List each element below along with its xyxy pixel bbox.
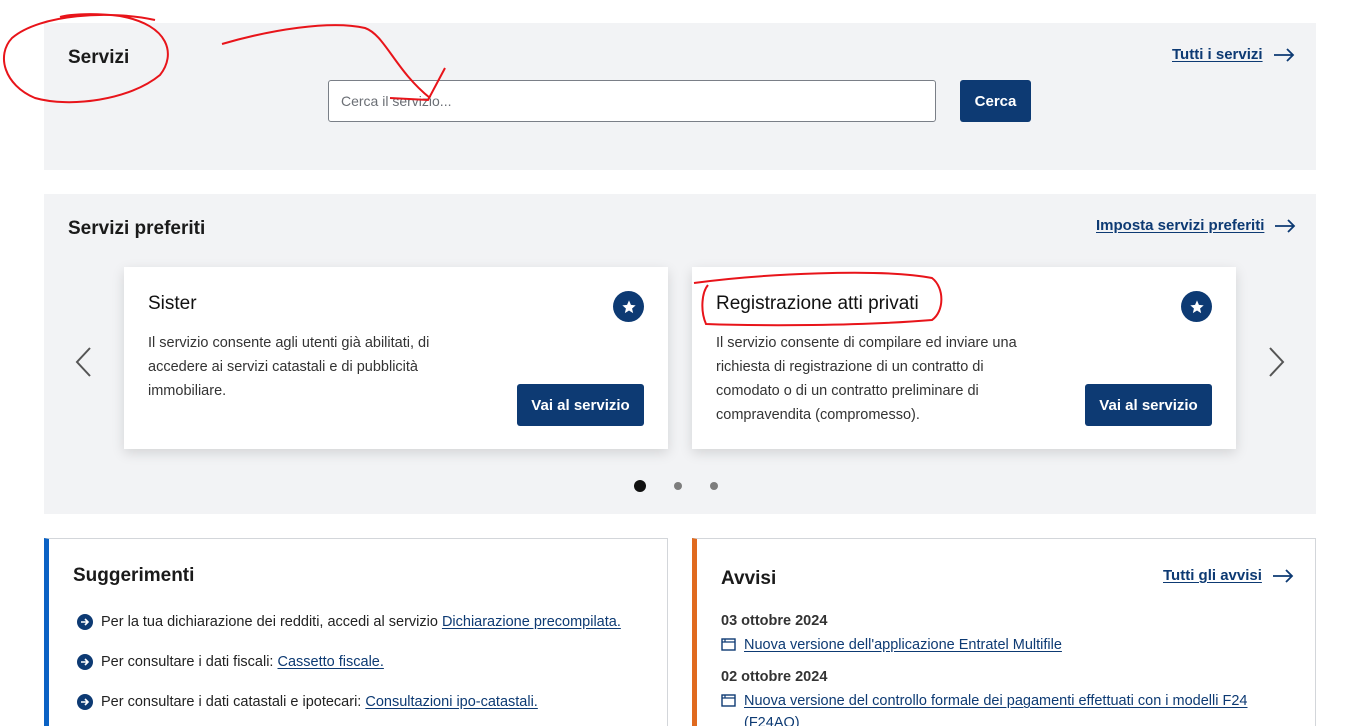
star-icon xyxy=(621,299,636,313)
carousel-dot[interactable] xyxy=(634,480,646,492)
card-desc-line: accedere ai servizi catastali e di pubbl… xyxy=(148,359,418,375)
card-desc-line: comodato o di un contratto preliminare d… xyxy=(716,383,979,399)
chevron-left-icon xyxy=(75,347,91,377)
card-desc-line: Il servizio consente di compilare ed inv… xyxy=(716,335,1017,351)
card-description: Il servizio consente di compilare ed inv… xyxy=(716,331,1017,427)
search-input[interactable] xyxy=(328,80,936,122)
services-title: Servizi xyxy=(68,47,130,68)
notice-date: 02 ottobre 2024 xyxy=(721,669,828,685)
circle-arrow-icon xyxy=(77,654,93,670)
card-description: Il servizio consente agli utenti già abi… xyxy=(148,331,429,403)
favorite-star-button[interactable] xyxy=(1181,291,1212,322)
suggestion-text: Per consultare i dati fiscali: xyxy=(101,654,274,670)
set-favorites-link-label: Imposta servizi preferiti xyxy=(1096,217,1265,234)
card-title: Registrazione atti privati xyxy=(716,293,919,314)
carousel-prev-button[interactable] xyxy=(74,346,94,383)
all-notices-link-label: Tutti gli avvisi xyxy=(1163,567,1262,584)
favorites-title: Servizi preferiti xyxy=(68,218,206,239)
go-to-service-button[interactable]: Vai al servizio xyxy=(1085,384,1212,426)
suggestions-panel: Suggerimenti Per la tua dichiarazione de… xyxy=(44,538,668,726)
notices-title: Avvisi xyxy=(721,568,777,589)
all-services-link[interactable]: Tutti i servizi xyxy=(1172,46,1295,63)
services-panel: Servizi Tutti i servizi Cerca xyxy=(44,23,1316,170)
circle-arrow-icon xyxy=(77,694,93,710)
favorite-star-button[interactable] xyxy=(613,291,644,322)
circle-arrow-icon xyxy=(77,614,93,630)
all-services-link-label: Tutti i servizi xyxy=(1172,46,1263,63)
card-desc-line: immobiliare. xyxy=(148,383,227,399)
suggestion-item: Per consultare i dati fiscali: Cassetto … xyxy=(77,654,384,670)
go-to-service-button[interactable]: Vai al servizio xyxy=(517,384,644,426)
notice-item: Nuova versione dell'applicazione Entrate… xyxy=(721,634,1062,656)
arrow-right-icon xyxy=(1273,47,1294,62)
notice-link[interactable]: Nuova versione dell'applicazione Entrate… xyxy=(744,634,1062,656)
arrow-right-icon xyxy=(1272,568,1294,583)
suggestion-item: Per la tua dichiarazione dei redditi, ac… xyxy=(77,614,621,630)
card-desc-line: richiesta di registrazione di un contrat… xyxy=(716,359,984,375)
set-favorites-link[interactable]: Imposta servizi preferiti xyxy=(1096,217,1296,234)
star-icon xyxy=(1189,299,1204,313)
search-button[interactable]: Cerca xyxy=(960,80,1031,122)
card-desc-line: Il servizio consente agli utenti già abi… xyxy=(148,335,430,351)
notices-panel: Avvisi Tutti gli avvisi 03 ottobre 2024 … xyxy=(692,538,1316,726)
suggestion-link[interactable]: Dichiarazione precompilata. xyxy=(442,614,621,630)
suggestion-text: Per la tua dichiarazione dei redditi, ac… xyxy=(101,614,438,630)
all-notices-link[interactable]: Tutti gli avvisi xyxy=(1163,567,1294,584)
notice-link-line: Nuova versione del controllo formale dei… xyxy=(744,693,1248,709)
card-title: Sister xyxy=(148,293,197,314)
suggestion-item: Per consultare i dati catastali e ipotec… xyxy=(77,694,538,710)
service-card-registrazione: Registrazione atti privati Il servizio c… xyxy=(692,267,1236,449)
suggestions-title: Suggerimenti xyxy=(73,565,195,586)
notice-link[interactable]: Nuova versione del controllo formale dei… xyxy=(744,690,1248,726)
suggestion-link[interactable]: Consultazioni ipo-catastali. xyxy=(365,694,537,710)
document-icon xyxy=(721,694,736,707)
chevron-right-icon xyxy=(1269,347,1285,377)
carousel-dots xyxy=(634,480,718,492)
notice-date: 03 ottobre 2024 xyxy=(721,613,828,629)
card-desc-line: compravendita (compromesso). xyxy=(716,407,920,423)
document-icon xyxy=(721,638,736,651)
notice-item: Nuova versione del controllo formale dei… xyxy=(721,690,1248,726)
suggestion-text: Per consultare i dati catastali e ipotec… xyxy=(101,694,362,710)
carousel-dot[interactable] xyxy=(674,482,682,490)
arrow-right-icon xyxy=(1275,218,1296,233)
carousel-dot[interactable] xyxy=(710,482,718,490)
suggestion-link[interactable]: Cassetto fiscale. xyxy=(278,654,384,670)
carousel-next-button[interactable] xyxy=(1266,346,1286,383)
service-card-sister: Sister Il servizio consente agli utenti … xyxy=(124,267,668,449)
notice-link-line: (F24AO) xyxy=(744,715,800,726)
